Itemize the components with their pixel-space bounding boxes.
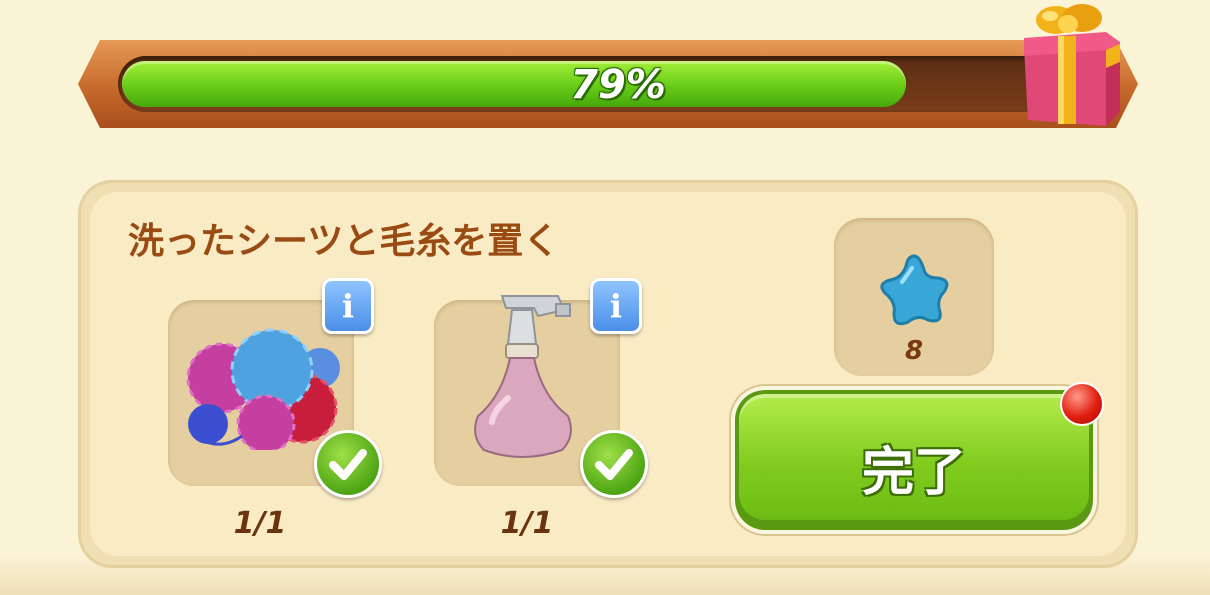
complete-button-face: 完了: [739, 394, 1089, 520]
spray-bottle-icon: [474, 295, 572, 458]
check-icon-spray-bottle: [580, 430, 648, 498]
info-button-yarn[interactable]: i: [322, 278, 374, 334]
gift-box-icon[interactable]: [1020, 2, 1124, 126]
task-title: 洗ったシーツと毛糸を置く: [128, 221, 560, 262]
item-count-yarn: 1/1: [233, 506, 287, 541]
check-icon-yarn: [314, 430, 382, 498]
yarn-balls-icon: [186, 328, 340, 450]
progress-percent: 79%: [570, 62, 666, 108]
reward-amount: 8: [904, 336, 924, 366]
complete-button[interactable]: 完了: [735, 390, 1093, 530]
complete-button-label: 完了: [861, 443, 966, 503]
info-button-spray-bottle[interactable]: i: [590, 278, 642, 334]
item-count-spray-bottle: 1/1: [500, 506, 554, 541]
notification-dot: [1060, 382, 1104, 426]
blue-star-icon: [880, 254, 949, 326]
progress-bar: 79%: [118, 56, 1118, 112]
